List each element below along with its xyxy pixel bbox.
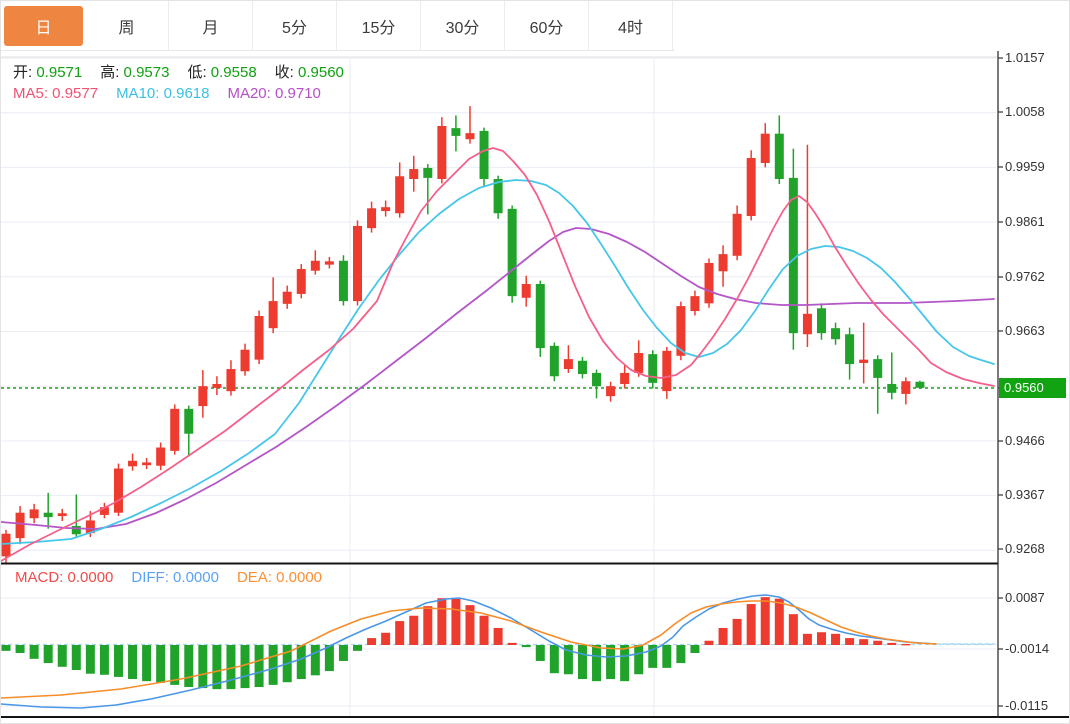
readout-item: MA20: 0.9710 bbox=[227, 85, 321, 102]
chart-canvas[interactable] bbox=[1, 1, 1069, 723]
readout-item: MA10: 0.9618 bbox=[116, 85, 210, 102]
current-price-badge: 0.9560 bbox=[999, 378, 1066, 398]
axis-tick-label: 0.9861 bbox=[1005, 214, 1045, 229]
tab-60min[interactable]: 60分 bbox=[505, 1, 589, 50]
axis-tick-label: 0.9466 bbox=[1005, 433, 1045, 448]
axis-tick-label: 1.0157 bbox=[1005, 50, 1045, 65]
axis-tick-label: -0.0014 bbox=[1005, 641, 1050, 656]
readout-item: MA5: 0.9577 bbox=[13, 85, 99, 102]
readout-item: DIFF: 0.0000 bbox=[131, 569, 219, 586]
timeframe-tabbar: 日 周 月 5分 15分 30分 60分 4时 bbox=[1, 1, 675, 51]
axis-tick-label: 0.9959 bbox=[1005, 159, 1045, 174]
readout-item: MACD: 0.0000 bbox=[15, 569, 114, 586]
tab-day[interactable]: 日 bbox=[4, 6, 83, 46]
axis-tick-label: 0.9367 bbox=[1005, 487, 1045, 502]
readout-item: DEA: 0.0000 bbox=[236, 569, 322, 586]
readout-item: 收: 0.9560 bbox=[274, 64, 344, 81]
readout-item: 开: 0.9571 bbox=[13, 64, 83, 81]
axis-tick-label: -0.0115 bbox=[1005, 698, 1049, 713]
ma-readout: MA5: 0.9577 MA10: 0.9618 MA20: 0.9710 bbox=[13, 85, 339, 102]
ohlc-readout: 开: 0.9571 高: 0.9573 低: 0.9558 收: 0.9560 bbox=[13, 61, 362, 82]
axis-tick-label: 0.9663 bbox=[1005, 323, 1045, 338]
tab-4hour[interactable]: 4时 bbox=[589, 1, 673, 50]
axis-tick-label: 0.9268 bbox=[1005, 541, 1045, 556]
axis-tick-label: 0.0087 bbox=[1005, 590, 1045, 605]
macd-readout: MACD: 0.0000 DIFF: 0.0000 DEA: 0.0000 bbox=[15, 569, 340, 586]
tab-30min[interactable]: 30分 bbox=[421, 1, 505, 50]
axis-tick-label: 1.0058 bbox=[1005, 104, 1045, 119]
tab-month[interactable]: 月 bbox=[169, 1, 253, 50]
axis-tick-label: 0.9762 bbox=[1005, 269, 1045, 284]
trading-chart-app: 日 周 月 5分 15分 30分 60分 4时 开: 0.9571 高: 0.95… bbox=[0, 0, 1070, 724]
tab-15min[interactable]: 15分 bbox=[337, 1, 421, 50]
chart-svg bbox=[1, 51, 1069, 718]
tab-week[interactable]: 周 bbox=[85, 1, 169, 50]
readout-item: 低: 0.9558 bbox=[187, 64, 257, 81]
readout-item: 高: 0.9573 bbox=[100, 64, 170, 81]
tab-5min[interactable]: 5分 bbox=[253, 1, 337, 50]
